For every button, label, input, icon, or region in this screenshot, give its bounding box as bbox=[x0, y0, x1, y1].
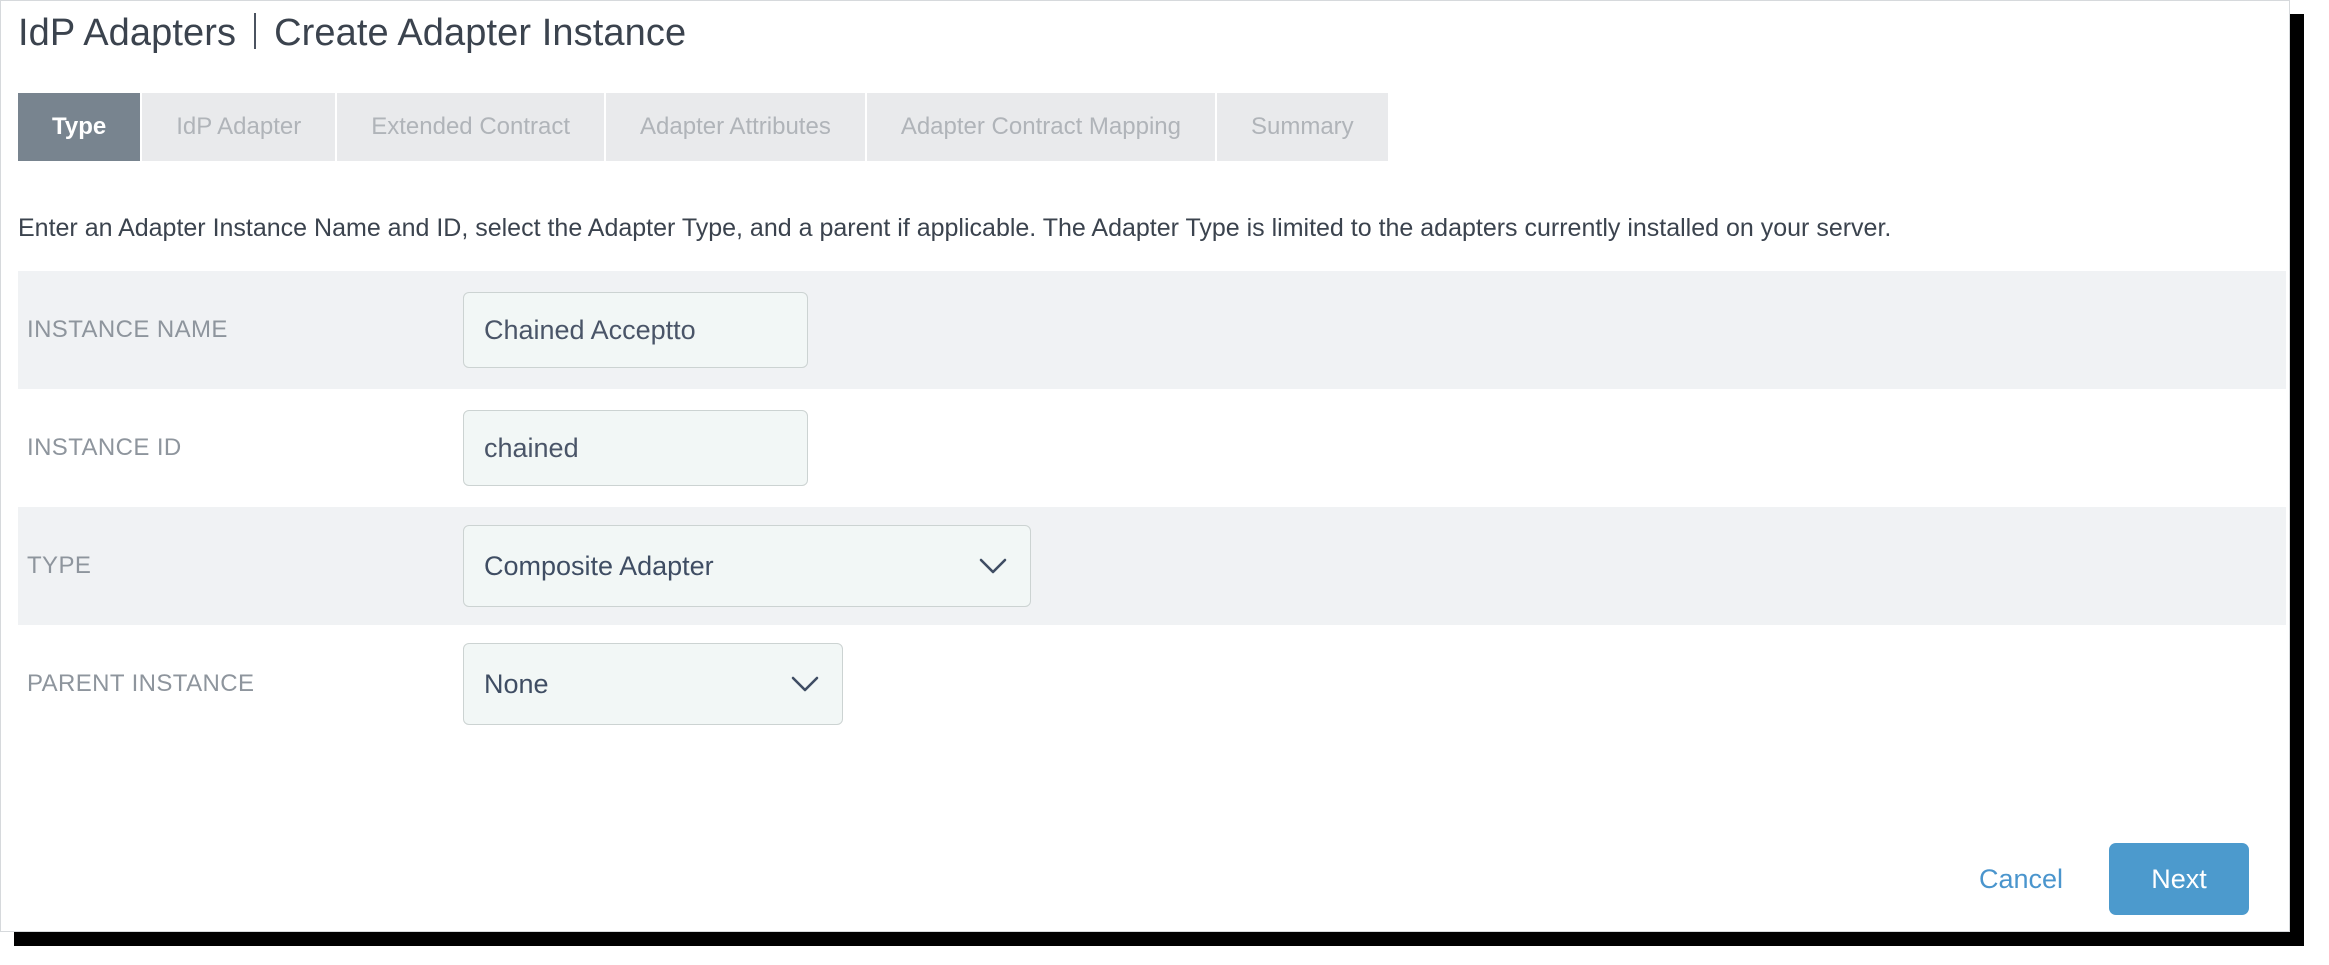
tab-adapter-attributes-label: Adapter Attributes bbox=[640, 113, 831, 140]
parent-instance-label: PARENT INSTANCE bbox=[27, 670, 255, 697]
instance-id-label: INSTANCE ID bbox=[27, 434, 182, 461]
chevron-down-icon bbox=[978, 556, 1008, 576]
tab-adapter-attributes[interactable]: Adapter Attributes bbox=[606, 93, 867, 161]
create-adapter-instance-window: IdP Adapters Create Adapter Instance Typ… bbox=[0, 0, 2290, 932]
tab-summary[interactable]: Summary bbox=[1216, 93, 1388, 161]
instance-name-input[interactable]: Chained Acceptto bbox=[463, 292, 808, 368]
row-instance-id: INSTANCE ID chained bbox=[18, 389, 2286, 507]
tab-extended-contract[interactable]: Extended Contract bbox=[337, 93, 607, 161]
tab-adapter-contract-mapping[interactable]: Adapter Contract Mapping bbox=[866, 93, 1217, 161]
instance-name-field-wrap: Chained Acceptto bbox=[463, 292, 2286, 368]
breadcrumb: IdP Adapters Create Adapter Instance bbox=[18, 9, 686, 55]
page-title: Create Adapter Instance bbox=[274, 12, 687, 54]
instance-name-label: INSTANCE NAME bbox=[27, 316, 228, 343]
form-description: Enter an Adapter Instance Name and ID, s… bbox=[18, 214, 1892, 242]
instance-id-value: chained bbox=[484, 432, 579, 463]
breadcrumb-separator bbox=[254, 13, 257, 49]
parent-instance-field-wrap: None bbox=[463, 643, 2286, 725]
tab-idp-adapter-label: IdP Adapter bbox=[176, 113, 302, 140]
tab-extended-contract-label: Extended Contract bbox=[371, 113, 571, 140]
tab-adapter-contract-mapping-label: Adapter Contract Mapping bbox=[900, 113, 1181, 140]
type-field-wrap: Composite Adapter bbox=[463, 525, 2286, 607]
wizard-tab-bar: Type IdP Adapter Extended Contract Adapt… bbox=[18, 93, 1388, 161]
tab-idp-adapter[interactable]: IdP Adapter bbox=[142, 93, 338, 161]
tab-summary-label: Summary bbox=[1250, 113, 1354, 140]
form-actions: Cancel Next bbox=[1961, 843, 2249, 915]
row-instance-name: INSTANCE NAME Chained Acceptto bbox=[18, 271, 2286, 389]
next-button[interactable]: Next bbox=[2109, 843, 2249, 915]
tab-type[interactable]: Type bbox=[18, 93, 143, 161]
breadcrumb-root[interactable]: IdP Adapters bbox=[18, 12, 236, 55]
chevron-down-icon bbox=[790, 674, 820, 694]
parent-instance-select[interactable]: None bbox=[463, 643, 843, 725]
cancel-button[interactable]: Cancel bbox=[1961, 850, 2081, 909]
parent-instance-select-value: None bbox=[484, 668, 549, 699]
instance-name-value: Chained Acceptto bbox=[484, 314, 696, 345]
instance-id-input[interactable]: chained bbox=[463, 410, 808, 486]
type-select[interactable]: Composite Adapter bbox=[463, 525, 1031, 607]
row-parent-instance: PARENT INSTANCE None bbox=[18, 625, 2286, 743]
tab-type-label: Type bbox=[52, 113, 107, 140]
row-type: TYPE Composite Adapter bbox=[18, 507, 2286, 625]
type-select-value: Composite Adapter bbox=[484, 550, 714, 581]
type-label: TYPE bbox=[27, 552, 92, 579]
instance-id-field-wrap: chained bbox=[463, 410, 2286, 486]
adapter-form: INSTANCE NAME Chained Acceptto INSTANCE … bbox=[18, 271, 2286, 743]
